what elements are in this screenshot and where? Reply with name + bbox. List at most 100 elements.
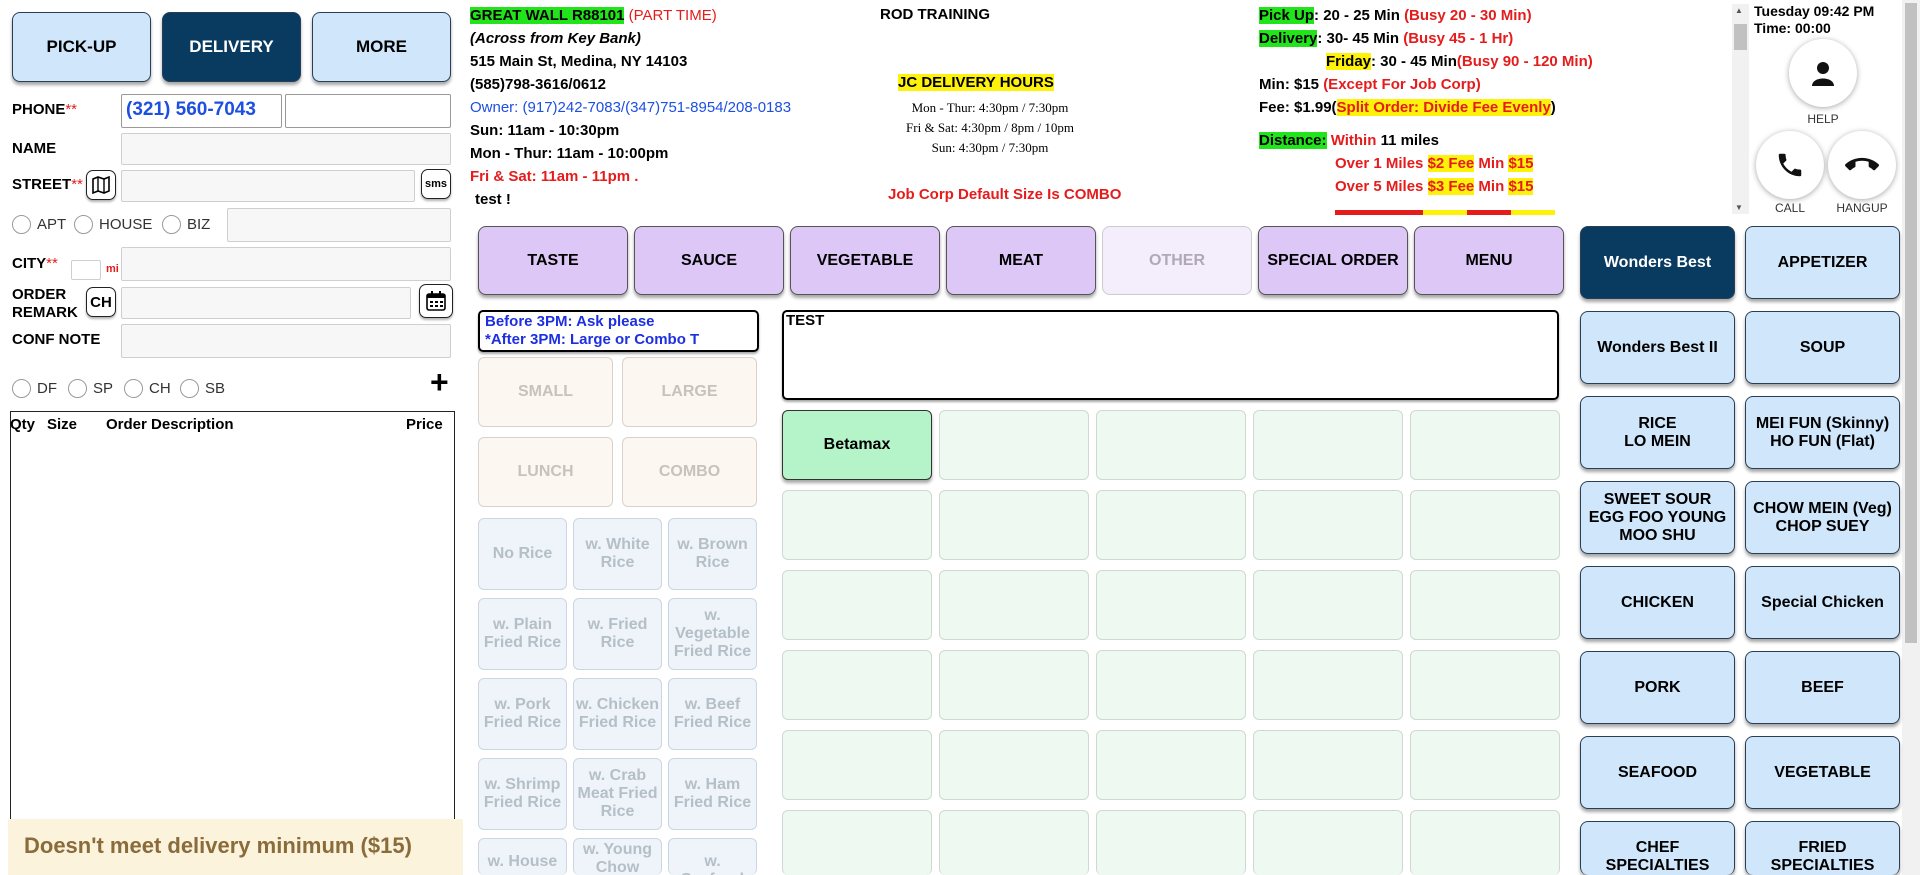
- rice-option[interactable]: w. Vegetable Fried Rice: [668, 598, 757, 670]
- calendar-icon[interactable]: [419, 284, 453, 318]
- empty-item-slot[interactable]: [1253, 490, 1403, 560]
- rice-option[interactable]: w. Plain Fried Rice: [478, 598, 567, 670]
- size-combo[interactable]: COMBO: [622, 437, 757, 507]
- item-note-input[interactable]: TEST: [782, 310, 1559, 400]
- ch-radio[interactable]: CH: [124, 379, 171, 398]
- empty-item-slot[interactable]: [1410, 570, 1560, 640]
- empty-item-slot[interactable]: [1096, 810, 1246, 875]
- menu-cat-seafood[interactable]: SEAFOOD: [1580, 736, 1735, 809]
- menu-cat-beef[interactable]: BEEF: [1745, 651, 1900, 724]
- empty-item-slot[interactable]: [782, 650, 932, 720]
- size-small[interactable]: SMALL: [478, 357, 613, 427]
- order-remark-input[interactable]: [121, 287, 411, 319]
- rice-option[interactable]: w. Brown Rice: [668, 518, 757, 590]
- call-button[interactable]: [1756, 131, 1824, 199]
- other-button[interactable]: OTHER: [1102, 226, 1252, 295]
- empty-item-slot[interactable]: [939, 570, 1089, 640]
- rice-option[interactable]: w. Ham Fried Rice: [668, 758, 757, 830]
- empty-item-slot[interactable]: [1253, 650, 1403, 720]
- map-icon[interactable]: [86, 170, 116, 200]
- help-button[interactable]: [1789, 39, 1857, 107]
- empty-item-slot[interactable]: [939, 730, 1089, 800]
- rice-option[interactable]: No Rice: [478, 518, 567, 590]
- menu-cat-appetizer[interactable]: APPETIZER: [1745, 226, 1900, 299]
- rice-option[interactable]: w. White Rice: [573, 518, 662, 590]
- size-lunch[interactable]: LUNCH: [478, 437, 613, 507]
- rice-option[interactable]: w. Beef Fried Rice: [668, 678, 757, 750]
- page-scrollbar[interactable]: [1902, 0, 1920, 875]
- menu-cat-rice-lo-mein[interactable]: RICE LO MEIN: [1580, 396, 1735, 469]
- menu-cat-pork[interactable]: PORK: [1580, 651, 1735, 724]
- empty-item-slot[interactable]: [1253, 810, 1403, 875]
- df-radio[interactable]: DF: [12, 379, 57, 398]
- empty-item-slot[interactable]: [939, 410, 1089, 480]
- empty-item-slot[interactable]: [1253, 570, 1403, 640]
- menu-cat-wonders-best[interactable]: Wonders Best: [1580, 226, 1735, 299]
- empty-item-slot[interactable]: [1096, 410, 1246, 480]
- phone-input[interactable]: (321) 560-7043: [121, 94, 282, 128]
- rice-option[interactable]: w. House: [478, 838, 567, 875]
- empty-item-slot[interactable]: [1096, 490, 1246, 560]
- menu-cat-chow-mein[interactable]: CHOW MEIN (Veg) CHOP SUEY: [1745, 481, 1900, 554]
- biz-radio[interactable]: BIZ: [162, 215, 210, 234]
- empty-item-slot[interactable]: [1253, 410, 1403, 480]
- menu-cat-chef-specialties[interactable]: CHEF SPECIALTIES: [1580, 821, 1735, 875]
- phone-ext-input[interactable]: [285, 94, 451, 128]
- size-large[interactable]: LARGE: [622, 357, 757, 427]
- name-input[interactable]: [121, 133, 451, 165]
- rice-option[interactable]: w. Young Chow Fried: [573, 838, 662, 875]
- apt-radio[interactable]: APT: [12, 215, 66, 234]
- empty-item-slot[interactable]: [782, 730, 932, 800]
- empty-item-slot[interactable]: [1253, 730, 1403, 800]
- empty-item-slot[interactable]: [1096, 730, 1246, 800]
- menu-cat-fried-specialties[interactable]: FRIED SPECIALTIES: [1745, 821, 1900, 875]
- sms-button[interactable]: sms: [421, 169, 451, 199]
- rice-option[interactable]: w. Crab Meat Fried Rice: [573, 758, 662, 830]
- empty-item-slot[interactable]: [1410, 410, 1560, 480]
- empty-item-slot[interactable]: [1410, 650, 1560, 720]
- empty-item-slot[interactable]: [1410, 810, 1560, 875]
- sp-radio[interactable]: SP: [68, 379, 113, 398]
- miles-input[interactable]: [71, 260, 101, 280]
- ch-button[interactable]: CH: [86, 287, 116, 317]
- empty-item-slot[interactable]: [1410, 730, 1560, 800]
- hangup-button[interactable]: [1828, 131, 1896, 199]
- pickup-button[interactable]: PICK-UP: [12, 12, 151, 82]
- menu-button[interactable]: MENU: [1414, 226, 1564, 295]
- sauce-button[interactable]: SAUCE: [634, 226, 784, 295]
- meat-button[interactable]: MEAT: [946, 226, 1096, 295]
- rice-option[interactable]: w. Pork Fried Rice: [478, 678, 567, 750]
- vegetable-button[interactable]: VEGETABLE: [790, 226, 940, 295]
- rice-option[interactable]: w. Seafood: [668, 838, 757, 875]
- empty-item-slot[interactable]: [782, 810, 932, 875]
- more-button[interactable]: MORE: [312, 12, 451, 82]
- menu-cat-wonders-best-ii[interactable]: Wonders Best II: [1580, 311, 1735, 384]
- taste-button[interactable]: TASTE: [478, 226, 628, 295]
- delivery-button[interactable]: DELIVERY: [162, 12, 301, 82]
- empty-item-slot[interactable]: [782, 570, 932, 640]
- menu-cat-sweet-sour[interactable]: SWEET SOUR EGG FOO YOUNG MOO SHU: [1580, 481, 1735, 554]
- empty-item-slot[interactable]: [939, 650, 1089, 720]
- empty-item-slot[interactable]: [782, 490, 932, 560]
- rice-option[interactable]: w. Shrimp Fried Rice: [478, 758, 567, 830]
- sb-radio[interactable]: SB: [180, 379, 225, 398]
- menu-cat-vegetable[interactable]: VEGETABLE: [1745, 736, 1900, 809]
- conf-note-input[interactable]: [121, 324, 451, 358]
- rice-option[interactable]: w. Chicken Fried Rice: [573, 678, 662, 750]
- empty-item-slot[interactable]: [1096, 570, 1246, 640]
- empty-item-slot[interactable]: [939, 810, 1089, 875]
- empty-item-slot[interactable]: [939, 490, 1089, 560]
- menu-cat-chicken[interactable]: CHICKEN: [1580, 566, 1735, 639]
- street-input[interactable]: [121, 170, 415, 202]
- menu-cat-mei-fun[interactable]: MEI FUN (Skinny) HO FUN (Flat): [1745, 396, 1900, 469]
- house-radio[interactable]: HOUSE: [74, 215, 152, 234]
- empty-item-slot[interactable]: [1410, 490, 1560, 560]
- rice-option[interactable]: w. Fried Rice: [573, 598, 662, 670]
- add-icon[interactable]: +: [430, 366, 449, 398]
- unit-input[interactable]: [227, 208, 451, 242]
- city-input[interactable]: [121, 247, 451, 281]
- menu-item-button[interactable]: Betamax: [782, 410, 932, 480]
- menu-cat-special-chicken[interactable]: Special Chicken: [1745, 566, 1900, 639]
- info-scrollbar[interactable]: ▲ ▼: [1732, 4, 1749, 214]
- menu-cat-soup[interactable]: SOUP: [1745, 311, 1900, 384]
